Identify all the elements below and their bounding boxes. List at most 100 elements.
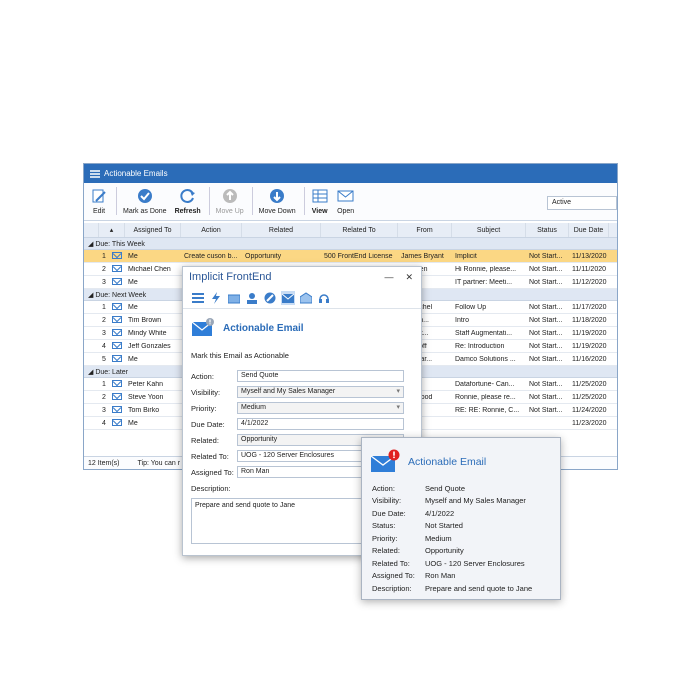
due-date-label: Due Date:: [191, 419, 225, 429]
cell-status: Not Start...: [529, 342, 563, 350]
header-assigned[interactable]: Assigned To: [125, 223, 181, 237]
envelope-icon: [109, 316, 125, 324]
card-row: Visibility: Myself and My Sales Manager: [362, 495, 560, 508]
due-date-field[interactable]: 4/1/2022: [237, 418, 404, 430]
cell-status: Not Start...: [529, 393, 563, 401]
contacts-icon[interactable]: [245, 291, 259, 305]
envelope-icon: [109, 252, 125, 260]
header-due-date[interactable]: Due Date: [569, 223, 609, 237]
cell-due-date: 11/12/2020: [572, 278, 607, 286]
mark-done-button[interactable]: Mark as Done: [123, 187, 167, 215]
lightning-icon[interactable]: [209, 291, 223, 305]
header-from[interactable]: From: [398, 223, 452, 237]
envelope-icon: [109, 342, 125, 350]
cell-due-date: 11/18/2020: [572, 316, 607, 324]
header-cell: ▴: [99, 223, 125, 237]
assigned-label: Assigned To:: [191, 467, 234, 477]
envelope-icon: [109, 303, 125, 311]
headset-icon[interactable]: [317, 291, 331, 305]
row-number: 1: [102, 252, 106, 260]
priority-label: Priority:: [191, 403, 217, 413]
card-row: Action: Send Quote: [362, 482, 560, 495]
header-action[interactable]: Action: [181, 223, 242, 237]
cell-due-date: 11/11/2020: [572, 265, 606, 273]
cell-status: Not Start...: [529, 265, 563, 273]
cell-subject: RE: RE: Ronnie, C...: [455, 406, 520, 414]
cell-subject: Follow Up: [455, 303, 487, 311]
card-row-value: UOG - 120 Server Enclosures: [425, 558, 525, 568]
open-button[interactable]: Open: [337, 187, 355, 215]
cell-status: Not Start...: [529, 278, 563, 286]
dialog-title: Implicit FrontEnd: [189, 271, 272, 283]
card-row-label: Visibility:: [372, 496, 402, 506]
edit-button[interactable]: Edit: [90, 187, 108, 215]
row-number: 1: [102, 380, 106, 388]
status-filter-select[interactable]: Active: [547, 196, 617, 210]
priority-select[interactable]: Medium: [237, 402, 404, 414]
link-icon[interactable]: [263, 291, 277, 305]
check-icon: [136, 187, 154, 205]
refresh-button[interactable]: Refresh: [175, 187, 201, 215]
header-status[interactable]: Status: [526, 223, 569, 237]
header-related[interactable]: Related: [242, 223, 321, 237]
close-icon[interactable]: ✕: [405, 272, 413, 283]
card-row-value: 4/1/2022: [425, 508, 455, 518]
row-number: 2: [102, 265, 106, 273]
card-row-label: Due Date:: [372, 508, 406, 518]
action-label: Action:: [191, 371, 214, 381]
group-header[interactable]: ◢ Due: This Week: [84, 238, 617, 250]
cell-due-date: 11/13/2020: [572, 252, 607, 260]
card-details: Action: Send Quote Visibility: Myself and M…: [362, 482, 560, 595]
mail-settings-icon[interactable]: [227, 291, 241, 305]
refresh-icon: [179, 187, 197, 205]
envelope-icon: [109, 329, 125, 337]
card-row-label: Assigned To:: [372, 571, 415, 581]
cell-subject: Re: Introduction: [455, 342, 505, 350]
envelope-icon: [109, 265, 125, 273]
card-row-label: Priority:: [372, 533, 398, 543]
divider: [303, 187, 305, 215]
actionable-mail-icon: [370, 448, 400, 476]
cell-status: Not Start...: [529, 252, 563, 260]
cell-status: Not Start...: [529, 303, 563, 311]
table-icon: [311, 187, 329, 205]
cell-status: Not Start...: [529, 316, 563, 324]
actionable-email-icon[interactable]: [281, 290, 295, 305]
row-number: 3: [102, 329, 106, 337]
minimize-icon[interactable]: —: [384, 272, 393, 283]
menu-icon[interactable]: [191, 291, 205, 305]
envelope-icon: [109, 419, 125, 427]
cell-related-to: 500 FrontEnd License: [324, 252, 393, 260]
header-subject[interactable]: Subject: [452, 223, 526, 237]
cell-assigned: Me: [128, 419, 138, 427]
move-down-button[interactable]: Move Down: [259, 187, 296, 215]
cell-action: Create cuson b...: [184, 252, 238, 260]
header-related-to[interactable]: Related To: [321, 223, 398, 237]
card-heading: Actionable Email: [362, 438, 560, 482]
tip-text: Tip: You can r: [137, 459, 181, 467]
related-label: Related:: [191, 435, 219, 445]
cell-assigned: Mindy White: [128, 329, 167, 337]
visibility-select[interactable]: Myself and My Sales Manager: [237, 386, 404, 398]
view-button[interactable]: View: [311, 187, 329, 215]
table-row[interactable]: 1 Me Create cuson b... Opportunity 500 Front…: [84, 250, 617, 263]
open-mail-icon[interactable]: [299, 291, 313, 305]
arrow-down-icon: [268, 187, 286, 205]
cell-status: Not Start...: [529, 380, 563, 388]
action-field[interactable]: Send Quote: [237, 370, 404, 382]
actionable-email-card: Actionable Email Action: Send Quote Visibi…: [361, 437, 561, 600]
cell-due-date: 11/25/2020: [572, 393, 607, 401]
dialog-heading: Actionable Email: [183, 309, 421, 347]
envelope-icon: [109, 406, 125, 414]
card-row: Due Date: 4/1/2022: [362, 507, 560, 520]
move-up-button[interactable]: Move Up: [216, 187, 244, 215]
cell-from: James Bryant: [401, 252, 444, 260]
card-row-value: Opportunity: [425, 546, 464, 556]
card-row-label: Action:: [372, 483, 395, 493]
envelope-icon: [109, 355, 125, 363]
cell-assigned: Michael Chen: [128, 265, 171, 273]
row-number: 1: [102, 303, 106, 311]
card-row: Assigned To: Ron Man: [362, 570, 560, 583]
edit-icon: [90, 187, 108, 205]
cell-due-date: 11/19/2020: [572, 329, 607, 337]
